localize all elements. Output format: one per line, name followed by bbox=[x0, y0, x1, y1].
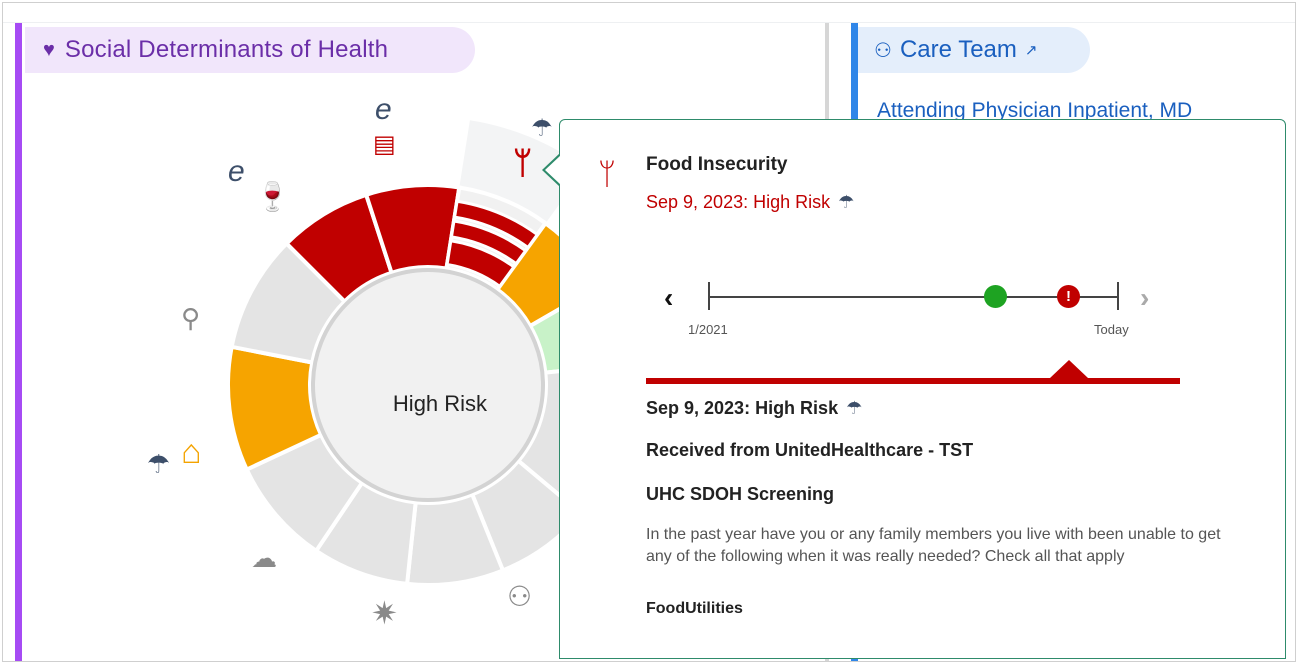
detail-answer: FoodUtilities bbox=[646, 600, 743, 617]
cigarette-icon[interactable]: ⚲ bbox=[181, 305, 200, 331]
utensils-icon[interactable]: ᛘ bbox=[513, 147, 532, 179]
external-link-icon[interactable]: ↗ bbox=[1025, 41, 1038, 59]
popover-status-text: Sep 9, 2023: High Risk bbox=[646, 192, 831, 212]
euro-icon: e bbox=[375, 93, 392, 126]
risk-timeline: ‹ ! › 1/2021 Today bbox=[660, 270, 1180, 340]
house-icon[interactable]: ⌂ bbox=[181, 435, 202, 469]
umbrella-icon-housing: ☂ bbox=[147, 449, 171, 479]
wheel-center-label: High Risk bbox=[392, 391, 488, 416]
app-window: ♥ Social Determinants of Health High Ris… bbox=[2, 2, 1296, 662]
stress-icon[interactable]: ✷ bbox=[371, 597, 398, 629]
timeline-prev-button[interactable]: ‹ bbox=[664, 282, 673, 314]
detail-date-status-text: Sep 9, 2023: High Risk bbox=[646, 398, 839, 418]
selection-indicator bbox=[1050, 360, 1088, 378]
detail-screening: UHC SDOH Screening bbox=[646, 484, 835, 504]
wine-bottle-icon[interactable]: 🍷 bbox=[255, 183, 290, 211]
detail-source: Received from UnitedHealthcare - TST bbox=[646, 440, 974, 460]
umbrella-icon-detail: ☂ bbox=[846, 398, 863, 418]
selection-bar bbox=[646, 378, 1180, 384]
money-icon[interactable]: ▤ bbox=[373, 133, 396, 157]
care-team-icon: ⚇ bbox=[874, 39, 892, 62]
care-team-title: Care Team bbox=[899, 36, 1017, 63]
utensils-icon-popover: ᛘ bbox=[598, 158, 616, 191]
timeline-start-label: 1/2021 bbox=[688, 322, 728, 337]
wheel-center bbox=[311, 268, 545, 502]
top-strip bbox=[3, 3, 1295, 23]
timeline-end-label: Today bbox=[1094, 322, 1129, 337]
euro-icon-alcohol: e bbox=[228, 155, 245, 188]
cloud-rain-icon[interactable]: ☁ bbox=[251, 545, 277, 571]
care-team-header[interactable]: ⚇ Care Team ↗ bbox=[858, 27, 1090, 73]
popover-status: Sep 9, 2023: High Risk ☂ bbox=[646, 192, 854, 213]
detail-question: In the past year have you or any family … bbox=[646, 526, 1221, 566]
timeline-next-button[interactable]: › bbox=[1140, 282, 1149, 314]
umbrella-icon-status: ☂ bbox=[838, 192, 855, 212]
detail-date-status: Sep 9, 2023: High Risk ☂ bbox=[646, 398, 862, 419]
timeline-point-ok[interactable] bbox=[984, 285, 1007, 308]
popover-arrow-inner bbox=[545, 155, 561, 185]
umbrella-icon: ☂ bbox=[531, 115, 553, 142]
food-insecurity-popover: ᛘ Food Insecurity Sep 9, 2023: High Risk… bbox=[559, 119, 1286, 659]
timeline-end-tick bbox=[1117, 282, 1119, 310]
people-icon[interactable]: ⚇ bbox=[507, 583, 532, 611]
popover-title: Food Insecurity bbox=[646, 154, 788, 175]
timeline-point-high-risk[interactable]: ! bbox=[1057, 285, 1080, 308]
